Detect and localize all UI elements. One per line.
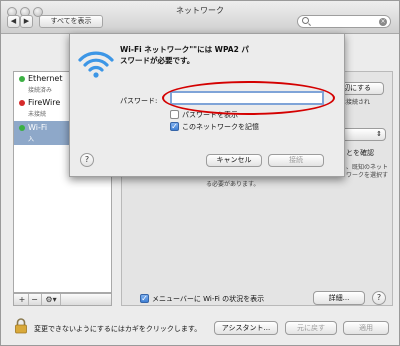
clear-search-icon[interactable]: × bbox=[379, 18, 387, 26]
status-dot-icon bbox=[19, 76, 25, 82]
service-status: 入 bbox=[28, 136, 35, 143]
help-button[interactable]: ? bbox=[372, 291, 386, 305]
wifi-icon bbox=[78, 46, 114, 82]
add-service-button[interactable]: + bbox=[16, 294, 28, 305]
popup-arrows-icon: ⇕ bbox=[376, 130, 382, 138]
sheet-title-line-1: Wi-Fi ネットワーク""には WPA2 パ bbox=[120, 45, 249, 54]
status-dot-icon bbox=[19, 100, 25, 106]
sheet-help-button[interactable]: ? bbox=[80, 153, 94, 167]
join-button[interactable]: 接続 bbox=[268, 154, 324, 167]
service-name: FireWire bbox=[28, 98, 61, 107]
back-button[interactable]: ◀ bbox=[7, 15, 20, 28]
remove-service-button[interactable]: − bbox=[28, 294, 40, 305]
advanced-button[interactable]: 詳細... bbox=[313, 291, 365, 305]
cancel-button[interactable]: キャンセル bbox=[206, 154, 262, 167]
forward-button[interactable]: ▶ bbox=[20, 15, 33, 28]
info-text-line-3: る必要があります。 bbox=[206, 181, 260, 188]
network-preferences-window: ネットワーク ◀ ▶ すべてを表示 × Ethernet 接続済み FireWi… bbox=[0, 0, 400, 346]
status-dot-icon bbox=[19, 125, 25, 131]
lock-icon[interactable] bbox=[13, 318, 29, 334]
apply-button[interactable]: 適用 bbox=[343, 321, 389, 335]
info-text-line-2: ワークを選択す bbox=[346, 172, 389, 179]
service-status: 接続済み bbox=[28, 87, 53, 94]
remember-network-checkbox[interactable]: ✓ bbox=[170, 122, 179, 131]
lock-bar: 変更できないようにするにはカギをクリックします。 アシスタント... 元に戻す … bbox=[1, 306, 399, 346]
assistant-button[interactable]: アシスタント... bbox=[214, 321, 278, 335]
show-password-checkbox[interactable] bbox=[170, 110, 179, 119]
service-name: Ethernet bbox=[28, 74, 63, 83]
revert-button[interactable]: 元に戻す bbox=[285, 321, 337, 335]
search-field[interactable]: × bbox=[297, 15, 391, 28]
red-highlight-oval bbox=[162, 81, 335, 115]
service-status: 未接続 bbox=[28, 111, 47, 118]
gear-menu-icon[interactable]: ⚙▾ bbox=[41, 294, 61, 305]
sheet-title-line-2: スワードが必要です。 bbox=[120, 56, 195, 65]
password-label: パスワード: bbox=[120, 97, 158, 105]
service-name: Wi-Fi bbox=[28, 123, 48, 132]
lock-text: 変更できないようにするにはカギをクリックします。 bbox=[34, 325, 202, 333]
show-wifi-status-checkbox[interactable]: ✓ bbox=[140, 294, 149, 303]
title-bar: ネットワーク ◀ ▶ すべてを表示 × bbox=[1, 1, 399, 34]
show-all-button[interactable]: すべてを表示 bbox=[39, 15, 103, 28]
search-icon bbox=[302, 17, 309, 24]
ask-to-join-label: とを確認 bbox=[346, 149, 374, 157]
service-list-toolbar: + − ⚙▾ bbox=[13, 293, 112, 306]
show-wifi-status-label: メニューバーに Wi-Fi の状況を表示 bbox=[152, 295, 265, 303]
remember-network-label: このネットワークを記憶 bbox=[182, 123, 259, 131]
